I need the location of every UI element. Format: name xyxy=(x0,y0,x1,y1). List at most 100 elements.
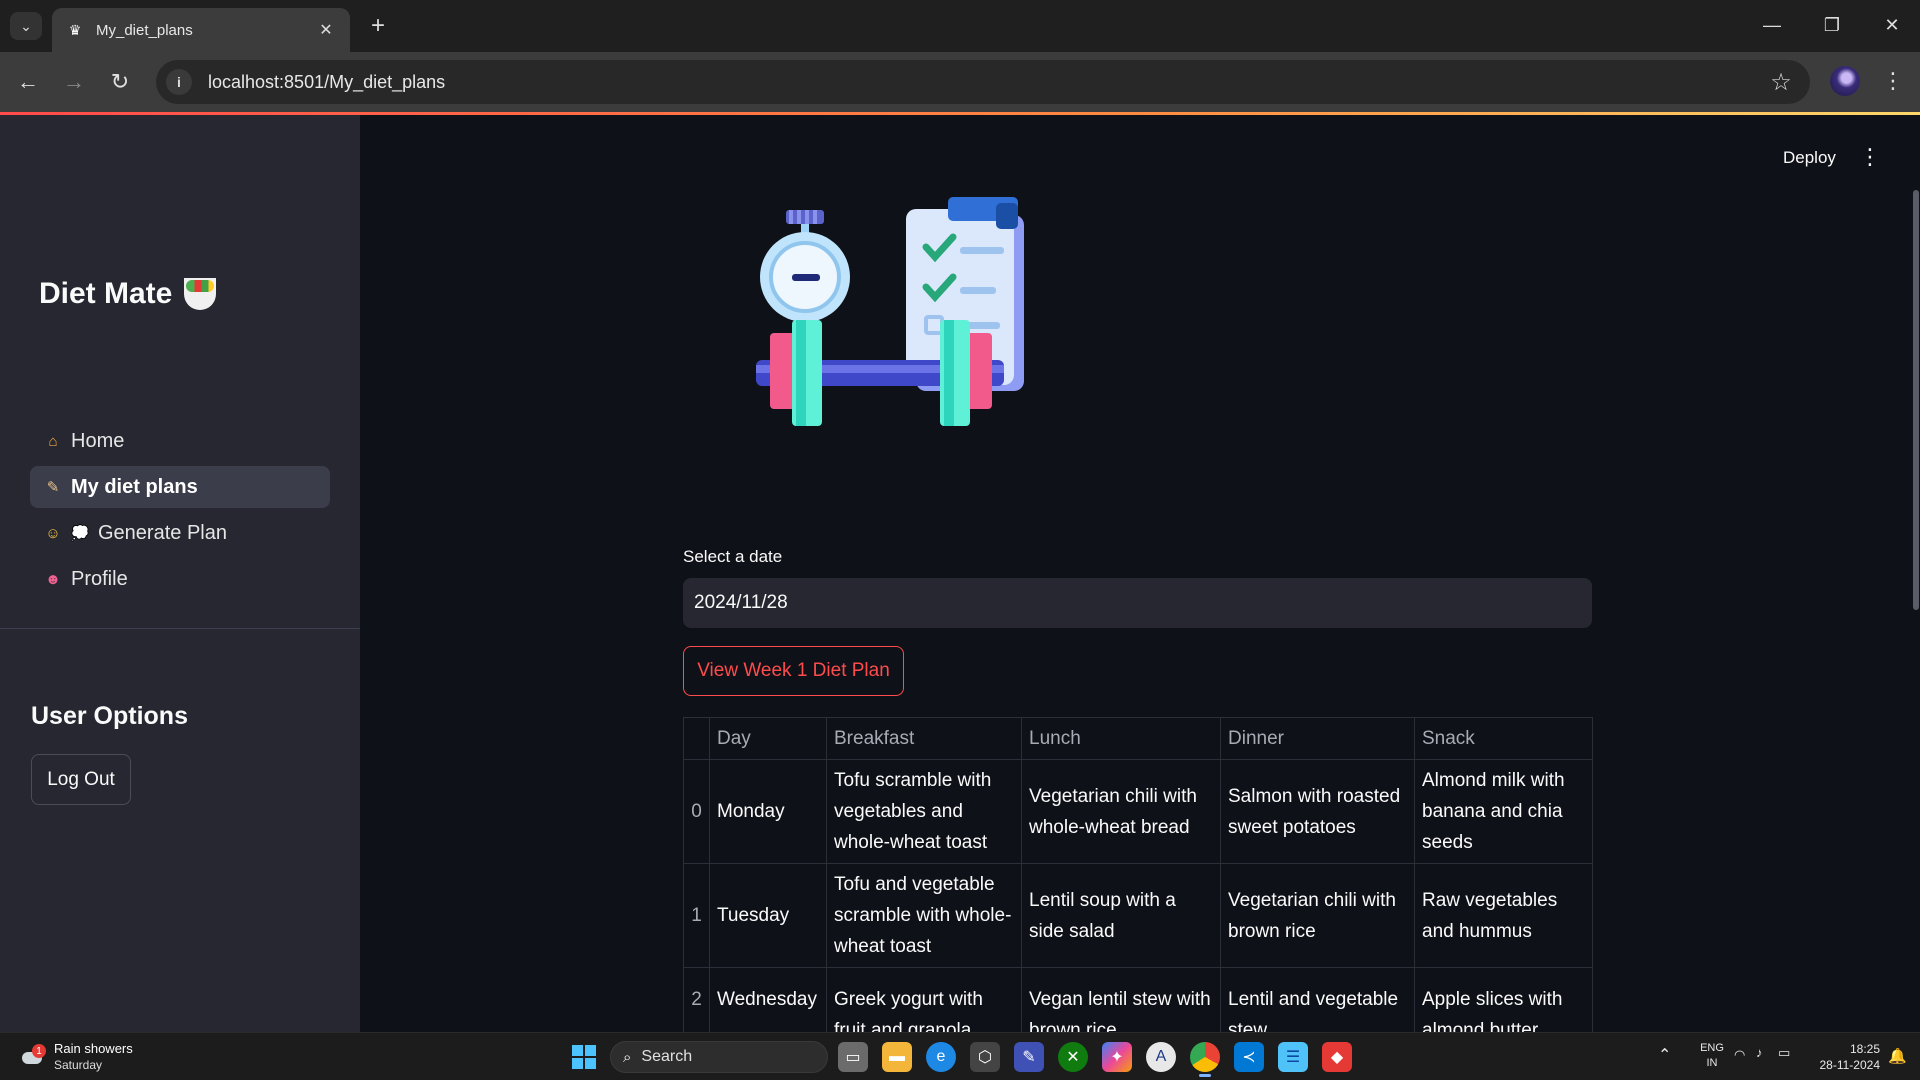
clock-time: 18:25 xyxy=(1849,1042,1880,1056)
browser-menu-icon[interactable]: ⋮ xyxy=(1878,66,1908,96)
search-icon: ⌕ xyxy=(623,1048,632,1066)
window-close-icon[interactable]: ✕ xyxy=(1872,10,1912,40)
new-tab-plus-icon[interactable]: + xyxy=(364,12,392,40)
weather-widget[interactable]: 1 Rain showers Saturday xyxy=(20,1041,133,1073)
memo-icon: ✎ xyxy=(46,479,60,496)
cell-snack[interactable]: Raw vegetables and hummus xyxy=(1414,863,1593,968)
sidebar-divider xyxy=(0,628,360,629)
row-index: 0 xyxy=(683,759,710,864)
weather-subtitle: Saturday xyxy=(54,1058,103,1072)
column-header-breakfast[interactable]: Breakfast xyxy=(826,717,1022,760)
cell-lunch[interactable]: Vegan lentil stew with brown rice xyxy=(1021,967,1221,1032)
forward-arrow-icon[interactable]: → xyxy=(58,66,90,98)
edge-browser-icon[interactable]: e xyxy=(926,1042,956,1072)
language-indicator[interactable]: ENG IN xyxy=(1692,1041,1732,1071)
browser-tab[interactable]: ♛ My_diet_plans ✕ xyxy=(52,8,350,52)
cell-snack[interactable]: Almond milk with banana and chia seeds xyxy=(1414,759,1593,864)
logout-button[interactable]: Log Out xyxy=(31,754,131,805)
table-row: 2 Wednesday Greek yogurt with fruit and … xyxy=(683,967,1593,1032)
app-hexagon-icon[interactable]: ⬡ xyxy=(970,1042,1000,1072)
xbox-icon[interactable]: ✕ xyxy=(1058,1042,1088,1072)
main-scrollbar[interactable] xyxy=(1913,190,1919,610)
chrome-icon[interactable] xyxy=(1190,1042,1220,1077)
sidebar-item-generate-plan[interactable]: ☺ 💭 Generate Plan xyxy=(30,512,330,554)
wifi-icon[interactable]: ◠ xyxy=(1734,1047,1745,1063)
profile-icon: ☻ xyxy=(45,570,61,588)
date-label: Select a date xyxy=(683,547,783,566)
taskbar-search-label: Search xyxy=(641,1048,693,1065)
thought-bubble-icon: 💭 xyxy=(70,525,90,542)
bookmark-star-icon[interactable]: ☆ xyxy=(1766,67,1796,97)
taskbar-search[interactable]: ⌕ Search xyxy=(610,1041,828,1073)
cell-breakfast[interactable]: Greek yogurt with fruit and granola xyxy=(826,967,1022,1032)
vscode-icon[interactable]: ≺ xyxy=(1234,1042,1264,1072)
tab-title: My_diet_plans xyxy=(96,21,193,39)
table-row: 1 Tuesday Tofu and vegetable scramble wi… xyxy=(683,863,1593,968)
sidebar-item-label: Profile xyxy=(71,567,128,590)
taskbar: 1 Rain showers Saturday ⌕ Search ▭ ▬ e ⬡… xyxy=(0,1032,1920,1080)
view-week-button[interactable]: View Week 1 Diet Plan xyxy=(683,646,904,696)
copilot-icon[interactable]: ✦ xyxy=(1102,1042,1132,1072)
cell-breakfast[interactable]: Tofu and vegetable scramble with whole-w… xyxy=(826,863,1022,968)
brand-text: Diet Mate xyxy=(39,277,173,310)
rain-cloud-icon: 1 xyxy=(20,1044,46,1070)
cell-day[interactable]: Monday xyxy=(709,759,827,864)
notepad-icon[interactable]: ☰ xyxy=(1278,1042,1308,1072)
sidebar-item-home[interactable]: ⌂ Home xyxy=(30,420,330,462)
brand-title: Diet Mate xyxy=(39,277,217,311)
restore-icon[interactable]: ❐ xyxy=(1812,10,1852,40)
main-content: Deploy ⋮ Select a date 2024/11/28 View W… xyxy=(360,115,1920,1032)
column-header-day[interactable]: Day xyxy=(709,717,827,760)
battery-icon[interactable]: ▭ xyxy=(1778,1045,1790,1061)
task-view-icon[interactable]: ▭ xyxy=(838,1042,868,1072)
cell-lunch[interactable]: Lentil soup with a side salad xyxy=(1021,863,1221,968)
cell-dinner[interactable]: Vegetarian chili with brown rice xyxy=(1220,863,1415,968)
sidebar-item-my-diet-plans[interactable]: ✎ My diet plans xyxy=(30,466,330,508)
column-header-snack[interactable]: Snack xyxy=(1414,717,1593,760)
house-icon: ⌂ xyxy=(48,432,58,450)
windows-start-icon[interactable] xyxy=(572,1045,596,1069)
row-index: 1 xyxy=(683,863,710,968)
site-info-icon[interactable]: i xyxy=(166,69,192,95)
address-url[interactable]: localhost:8501/My_diet_plans xyxy=(208,72,1766,93)
file-explorer-icon[interactable]: ▬ xyxy=(882,1042,912,1072)
minimize-icon[interactable]: — xyxy=(1752,10,1792,40)
back-arrow-icon[interactable]: ← xyxy=(12,66,44,98)
browser-profile-avatar[interactable] xyxy=(1830,66,1860,96)
cell-lunch[interactable]: Vegetarian chili with whole-wheat bread xyxy=(1021,759,1221,864)
row-index: 2 xyxy=(683,967,710,1032)
weather-badge: 1 xyxy=(32,1044,46,1058)
tab-close-icon[interactable]: ✕ xyxy=(316,20,336,40)
cell-day[interactable]: Tuesday xyxy=(709,863,827,968)
cell-dinner[interactable]: Salmon with roasted sweet potatoes xyxy=(1220,759,1415,864)
column-header-lunch[interactable]: Lunch xyxy=(1021,717,1221,760)
region-code: IN xyxy=(1706,1057,1718,1069)
column-header-index[interactable] xyxy=(683,717,710,760)
sidebar-nav: ⌂ Home ✎ My diet plans ☺ 💭 Generate Plan… xyxy=(30,420,330,604)
sidebar-item-profile[interactable]: ☻ Profile xyxy=(30,558,330,600)
address-bar[interactable]: i localhost:8501/My_diet_plans ☆ xyxy=(156,60,1810,104)
app-compass-icon[interactable]: A xyxy=(1146,1042,1176,1072)
column-header-dinner[interactable]: Dinner xyxy=(1220,717,1415,760)
deploy-button[interactable]: Deploy xyxy=(1783,148,1836,168)
system-clock[interactable]: 18:25 28-11-2024 xyxy=(1810,1041,1881,1073)
sidebar-item-label: My diet plans xyxy=(71,475,198,498)
cell-dinner[interactable]: Lentil and vegetable stew xyxy=(1220,967,1415,1032)
app-pen-icon[interactable]: ✎ xyxy=(1014,1042,1044,1072)
cell-breakfast[interactable]: Tofu scramble with vegetables and whole-… xyxy=(826,759,1022,864)
date-input[interactable]: 2024/11/28 xyxy=(683,578,1592,628)
salad-bowl-icon xyxy=(184,278,217,310)
app-menu-icon[interactable]: ⋮ xyxy=(1859,144,1881,169)
sidebar-item-label: Home xyxy=(71,429,125,452)
show-hidden-icons-chevron-icon[interactable]: ⌃ xyxy=(1658,1045,1671,1065)
notification-bell-icon[interactable]: 🔔 xyxy=(1888,1047,1907,1065)
tab-search-chevron-icon[interactable]: ⌄ xyxy=(10,12,42,40)
volume-icon[interactable]: ♪ xyxy=(1756,1045,1763,1060)
app-red-icon[interactable]: ◆ xyxy=(1322,1042,1352,1072)
table-row: 0 Monday Tofu scramble with vegetables a… xyxy=(683,759,1593,864)
reload-icon[interactable]: ↻ xyxy=(104,66,136,98)
cell-day[interactable]: Wednesday xyxy=(709,967,827,1032)
user-options-heading: User Options xyxy=(31,702,188,730)
diet-plan-table: Day Breakfast Lunch Dinner Snack 0 Monda… xyxy=(683,717,1593,1032)
cell-snack[interactable]: Apple slices with almond butter xyxy=(1414,967,1593,1032)
